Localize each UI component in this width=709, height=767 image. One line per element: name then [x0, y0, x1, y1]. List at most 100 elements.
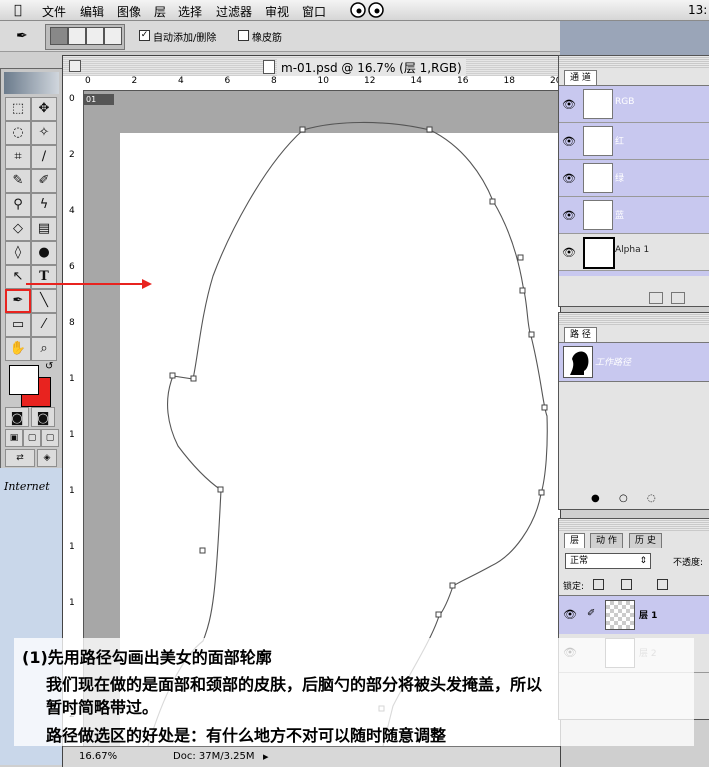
- menu-filter[interactable]: 过滤器: [216, 3, 252, 20]
- channel-row[interactable]: 👁 蓝: [559, 197, 709, 234]
- menu-file[interactable]: 文件: [42, 3, 66, 20]
- gradient-tool[interactable]: ▤: [31, 217, 57, 241]
- paths-palette: 路 径 工作路径 ● ○ ◌: [558, 312, 709, 510]
- magic-wand-tool[interactable]: ✧: [31, 121, 57, 145]
- quick-mask-button[interactable]: ◙: [31, 407, 55, 427]
- visibility-eye-icon[interactable]: 👁: [563, 608, 577, 621]
- channel-row[interactable]: 👁 红: [559, 123, 709, 160]
- opacity-label: 不透度:: [673, 558, 704, 568]
- layer-row[interactable]: 👁 ✐ 层 1: [559, 595, 709, 635]
- tab-channels-label: 通 道: [570, 73, 591, 83]
- healing-brush-tool[interactable]: ✎: [5, 169, 31, 193]
- channel-row[interactable]: 👁 绿: [559, 160, 709, 197]
- blend-mode-value: 正常: [570, 556, 589, 566]
- visibility-eye-icon[interactable]: 👁: [562, 135, 576, 148]
- imageready-icon[interactable]: ◈: [37, 449, 57, 467]
- tab-history[interactable]: 历 史: [629, 533, 662, 548]
- eyes-icon[interactable]: [349, 1, 385, 22]
- path-thumbnail: [563, 346, 593, 378]
- tab-paths[interactable]: 路 径: [564, 327, 597, 342]
- crop-tool[interactable]: ⌗: [5, 145, 31, 169]
- slice-tool[interactable]: ∕: [31, 145, 57, 169]
- path-mode-subtract-button[interactable]: [68, 27, 86, 45]
- menu-view[interactable]: 审视: [265, 3, 289, 20]
- line-tool[interactable]: ╲: [31, 289, 57, 313]
- swap-colors-icon[interactable]: ↺: [45, 361, 53, 372]
- lock-position-checkbox[interactable]: [657, 579, 668, 590]
- marquee-tool[interactable]: ⬚: [5, 97, 31, 121]
- brush-link-icon: ✐: [587, 608, 596, 619]
- status-menu-arrow-icon[interactable]: ▸: [263, 750, 269, 763]
- channel-row[interactable]: 👁 RGB: [559, 86, 709, 123]
- options-bar: ✒ ✓ 自动添加/删除 橡皮筋: [0, 21, 560, 52]
- visibility-eye-icon[interactable]: 👁: [562, 209, 576, 222]
- path-mode-add-button[interactable]: [50, 27, 68, 45]
- caption-line-1: (1)先用路径勾画出美女的面部轮廓: [22, 648, 272, 667]
- rubber-band-checkbox[interactable]: [238, 30, 249, 41]
- clock: 13:: [688, 3, 708, 17]
- visibility-eye-icon[interactable]: 👁: [562, 172, 576, 185]
- menu-layer[interactable]: 层: [154, 3, 166, 20]
- screen-mode-full-menu-button[interactable]: ▢: [23, 429, 41, 447]
- tab-layers-label: 层: [570, 536, 580, 546]
- tab-actions[interactable]: 动 作: [590, 533, 623, 548]
- load-selection-button[interactable]: [649, 292, 663, 304]
- tab-layers[interactable]: 层: [564, 533, 586, 548]
- document-size[interactable]: Doc: 37M/3.25M: [173, 751, 254, 762]
- load-path-as-selection-icon[interactable]: ◌: [647, 493, 656, 504]
- anchor-points[interactable]: [169, 126, 548, 712]
- lasso-tool[interactable]: ◌: [5, 121, 31, 145]
- menu-window[interactable]: 窗口: [302, 3, 326, 20]
- channel-thumbnail: [583, 89, 613, 119]
- visibility-eye-icon[interactable]: 👁: [562, 246, 576, 259]
- menu-select[interactable]: 选择: [178, 3, 202, 20]
- blur-tool[interactable]: ◊: [5, 241, 31, 265]
- path-mode-exclude-button[interactable]: [104, 27, 122, 45]
- channels-list: 👁 RGB 👁 红 👁 绿 👁 蓝 👁 Alpha 1: [559, 85, 709, 276]
- path-mode-intersect-button[interactable]: [86, 27, 104, 45]
- paths-palette-title[interactable]: [559, 313, 709, 325]
- blend-mode-select[interactable]: 正常 ⇕: [565, 553, 651, 569]
- move-tool[interactable]: ✥: [31, 97, 57, 121]
- stamp-tool[interactable]: ⚲: [5, 193, 31, 217]
- zoom-tool[interactable]: ⌕: [31, 337, 57, 361]
- visibility-eye-icon[interactable]: 👁: [562, 98, 576, 111]
- screen-mode-standard-button[interactable]: ▣: [5, 429, 23, 447]
- photoshop-logo: [4, 72, 59, 94]
- notes-tool[interactable]: ▭: [5, 313, 31, 337]
- hand-tool[interactable]: ✋: [5, 337, 31, 361]
- eraser-tool[interactable]: ◇: [5, 217, 31, 241]
- lock-image-checkbox[interactable]: [621, 579, 632, 590]
- standard-mode-button[interactable]: ◙: [5, 407, 29, 427]
- channel-name: 蓝: [615, 211, 625, 221]
- channel-thumbnail: [583, 163, 613, 193]
- brush-tool[interactable]: ✐: [31, 169, 57, 193]
- history-brush-tool[interactable]: ϟ: [31, 193, 57, 217]
- tutorial-caption: (1)先用路径勾画出美女的面部轮廓 我们现在做的是面部和颈部的皮肤，后脑勺的部分…: [14, 638, 694, 746]
- screen-mode-full-button[interactable]: ▢: [41, 429, 59, 447]
- dodge-tool[interactable]: ●: [31, 241, 57, 265]
- tab-channels[interactable]: 通 道: [564, 70, 597, 85]
- auto-add-delete-checkbox[interactable]: ✓: [139, 30, 150, 41]
- channel-name: 绿: [615, 174, 625, 184]
- layers-palette-title[interactable]: [559, 519, 709, 531]
- layer-name: 层 1: [639, 611, 658, 621]
- apple-icon[interactable]: : [14, 3, 22, 18]
- menu-edit[interactable]: 编辑: [80, 3, 104, 20]
- stroke-path-icon[interactable]: ○: [619, 493, 628, 504]
- caption-line-4: 路径做选区的好处是：有什么地方不对可以随时随意调整: [46, 726, 447, 745]
- foreground-color-swatch[interactable]: [9, 365, 39, 395]
- fill-path-icon[interactable]: ●: [591, 493, 600, 504]
- channel-row[interactable]: 👁 Alpha 1: [559, 234, 709, 271]
- jump-to-imageready-button[interactable]: ⇄: [5, 449, 35, 467]
- eyedropper-tool[interactable]: ⁄: [31, 313, 57, 337]
- menu-image[interactable]: 图像: [117, 3, 141, 20]
- path-row[interactable]: 工作路径: [559, 342, 709, 382]
- lock-transparency-checkbox[interactable]: [593, 579, 604, 590]
- save-selection-button[interactable]: [671, 292, 685, 304]
- pen-tool[interactable]: ✒: [5, 289, 31, 313]
- channel-thumbnail: [583, 126, 613, 156]
- zoom-level[interactable]: 16.67%: [79, 751, 117, 762]
- red-arrow-annotation: [26, 279, 152, 289]
- channels-palette-title[interactable]: [559, 56, 709, 68]
